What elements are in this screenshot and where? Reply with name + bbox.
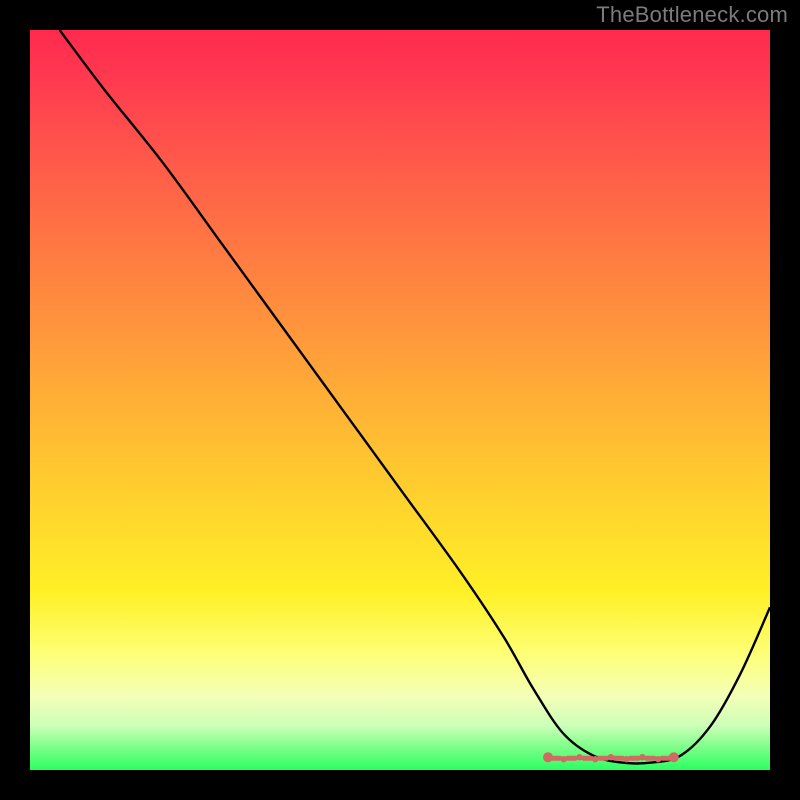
bottleneck-curve-path — [60, 30, 770, 764]
watermark-text: TheBottleneck.com — [596, 2, 788, 28]
plot-area — [30, 30, 770, 770]
curve-svg — [30, 30, 770, 770]
chart-frame: TheBottleneck.com — [0, 0, 800, 800]
optimal-marker-dot — [669, 752, 679, 762]
